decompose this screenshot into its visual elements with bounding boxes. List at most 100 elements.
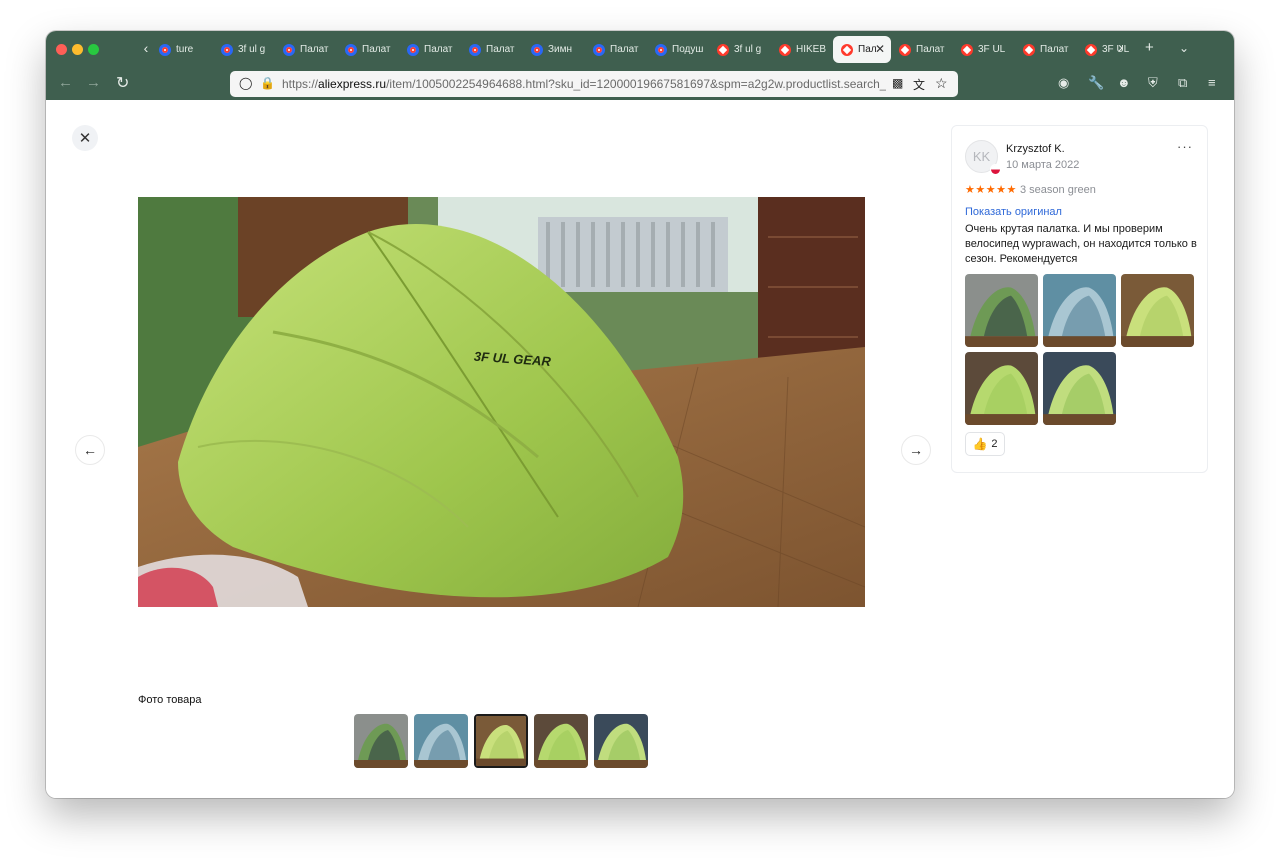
prev-photo-button[interactable]: ← bbox=[75, 435, 105, 465]
new-tab-icon[interactable]: + bbox=[1145, 39, 1154, 56]
browser-tab[interactable]: Пал ✕ bbox=[833, 36, 891, 63]
ozon-icon bbox=[655, 43, 667, 56]
aliexpress-icon bbox=[961, 43, 973, 56]
nav-toolbar: ← → ↻ ◯ 🔒 https://aliexpress.ru/item/100… bbox=[46, 68, 1234, 100]
url-bar[interactable]: ◯ 🔒 https://aliexpress.ru/item/100500225… bbox=[230, 71, 958, 97]
review-photo[interactable] bbox=[1043, 274, 1116, 347]
close-window-button[interactable] bbox=[56, 44, 67, 55]
browser-tab[interactable]: Палат bbox=[585, 36, 647, 63]
show-original-link[interactable]: Показать оригинал bbox=[965, 206, 1062, 218]
tab-label: 3f ul g bbox=[734, 44, 762, 55]
tab-label: Палат bbox=[1040, 44, 1069, 55]
translate-icon[interactable]: 文 bbox=[913, 76, 925, 93]
tab-label: HIKEB bbox=[796, 44, 827, 55]
account-icon[interactable]: ☻ bbox=[1117, 75, 1131, 90]
close-tab-icon[interactable]: ✕ bbox=[875, 42, 885, 56]
review-photo[interactable] bbox=[965, 352, 1038, 425]
review-photo[interactable] bbox=[965, 274, 1038, 347]
ublock-icon[interactable]: ⛨ bbox=[1148, 75, 1158, 91]
tab-label: Палат bbox=[486, 44, 515, 55]
aliexpress-icon bbox=[899, 43, 911, 56]
ozon-icon bbox=[345, 43, 357, 56]
browser-tab[interactable]: 3F UL bbox=[953, 36, 1015, 63]
ozon-icon bbox=[469, 43, 481, 56]
review-variant: 3 season green bbox=[1020, 184, 1096, 196]
browser-tab[interactable]: Палат bbox=[399, 36, 461, 63]
wrench-icon[interactable]: 🔧 bbox=[1088, 75, 1104, 91]
minimize-window-button[interactable] bbox=[72, 44, 83, 55]
ozon-icon bbox=[221, 43, 233, 56]
gallery-thumbnail[interactable] bbox=[594, 714, 648, 768]
main-photo: 3F UL GEAR bbox=[138, 197, 865, 607]
list-all-tabs-icon[interactable]: ⌄ bbox=[1179, 41, 1189, 55]
review-card: KK Krzysztof K. 10 марта 2022 ··· ★★★★★ … bbox=[951, 125, 1208, 473]
ozon-icon bbox=[531, 43, 543, 56]
thumbs-up-icon: 👍 bbox=[972, 437, 988, 451]
browser-tab[interactable]: Палат bbox=[275, 36, 337, 63]
aliexpress-icon bbox=[1085, 43, 1097, 56]
url-path: /item/1005002254964688.html?sku_id=12000… bbox=[386, 77, 886, 91]
gallery-thumbnail[interactable] bbox=[354, 714, 408, 768]
review-date: 10 марта 2022 bbox=[1006, 159, 1080, 171]
aliexpress-icon bbox=[841, 43, 853, 56]
shield-icon[interactable]: ◯ bbox=[239, 76, 252, 90]
ozon-icon bbox=[283, 43, 295, 56]
browser-tab[interactable]: 3F UL bbox=[1077, 36, 1139, 63]
gallery-thumbnail[interactable] bbox=[534, 714, 588, 768]
browser-tab[interactable]: Зимн bbox=[523, 36, 585, 63]
forward-icon[interactable]: → bbox=[86, 74, 101, 91]
review-photo[interactable] bbox=[1043, 352, 1116, 425]
pocket-icon[interactable]: ◉ bbox=[1058, 75, 1069, 91]
bookmark-star-icon[interactable]: ☆ bbox=[935, 75, 948, 92]
tab-label: Зимн bbox=[548, 44, 573, 55]
browser-tab[interactable]: Палат bbox=[891, 36, 953, 63]
tab-bar: ‹ ture 3f ul g Палат Палат Палат Палат Зимн Пал… bbox=[46, 31, 1234, 68]
tab-label: Подуш bbox=[672, 44, 704, 55]
photo-section-title: Фото товара bbox=[138, 694, 202, 706]
browser-tab[interactable]: Палат bbox=[337, 36, 399, 63]
aliexpress-icon bbox=[717, 43, 729, 56]
tab-label: Палат bbox=[362, 44, 391, 55]
url-host: aliexpress.ru bbox=[318, 77, 387, 91]
gallery-thumbnail[interactable] bbox=[414, 714, 468, 768]
zoom-window-button[interactable] bbox=[88, 44, 99, 55]
like-button[interactable]: 👍 2 bbox=[965, 432, 1005, 456]
tab-label: ture bbox=[176, 44, 194, 55]
aliexpress-icon bbox=[779, 43, 791, 56]
reload-icon[interactable]: ↻ bbox=[116, 73, 129, 93]
tab-label: 3f ul g bbox=[238, 44, 266, 55]
browser-tab[interactable]: 3f ul g bbox=[709, 36, 771, 63]
review-photo[interactable] bbox=[1121, 274, 1194, 347]
tent-photo: 3F UL GEAR bbox=[138, 197, 865, 607]
thumbnail-strip bbox=[354, 714, 654, 768]
menu-icon[interactable]: ≡ bbox=[1208, 75, 1216, 90]
tab-label: Палат bbox=[916, 44, 945, 55]
back-icon[interactable]: ← bbox=[58, 74, 73, 91]
extensions-icon[interactable]: ⧉ bbox=[1178, 75, 1187, 91]
picture-in-picture-icon[interactable]: ▩ bbox=[892, 76, 903, 90]
tab-label: Палат bbox=[300, 44, 329, 55]
url-prefix: https:// bbox=[282, 77, 319, 91]
browser-tab[interactable]: ture bbox=[151, 36, 213, 63]
tab-label: 3F UL bbox=[978, 44, 1006, 55]
browser-tab[interactable]: Палат bbox=[1015, 36, 1077, 63]
scroll-tabs-right-icon[interactable]: › bbox=[1118, 39, 1123, 56]
browser-tab[interactable]: Палат bbox=[461, 36, 523, 63]
lock-icon[interactable]: 🔒 bbox=[260, 76, 275, 90]
rating-stars: ★★★★★ bbox=[965, 184, 1017, 196]
browser-tab[interactable]: Подуш bbox=[647, 36, 709, 63]
aliexpress-icon bbox=[1023, 43, 1035, 56]
close-gallery-button[interactable]: ✕ bbox=[72, 125, 98, 151]
browser-tab[interactable]: 3f ul g bbox=[213, 36, 275, 63]
url-text[interactable]: https://aliexpress.ru/item/1005002254964… bbox=[282, 77, 886, 91]
review-gallery-modal: ✕ ← → 3F UL GEAR Фото товара KK Krzyszto… bbox=[46, 100, 1234, 798]
browser-tab[interactable]: HIKEB bbox=[771, 36, 833, 63]
more-options-icon[interactable]: ··· bbox=[1177, 139, 1193, 154]
review-author: Krzysztof K. bbox=[1006, 143, 1065, 155]
ozon-icon bbox=[159, 43, 171, 56]
tab-label: Палат bbox=[424, 44, 453, 55]
gallery-thumbnail[interactable] bbox=[474, 714, 528, 768]
next-photo-button[interactable]: → bbox=[901, 435, 931, 465]
browser-window: ‹ ture 3f ul g Палат Палат Палат Палат Зимн Пал… bbox=[46, 31, 1234, 798]
poland-flag-icon bbox=[991, 165, 1000, 174]
